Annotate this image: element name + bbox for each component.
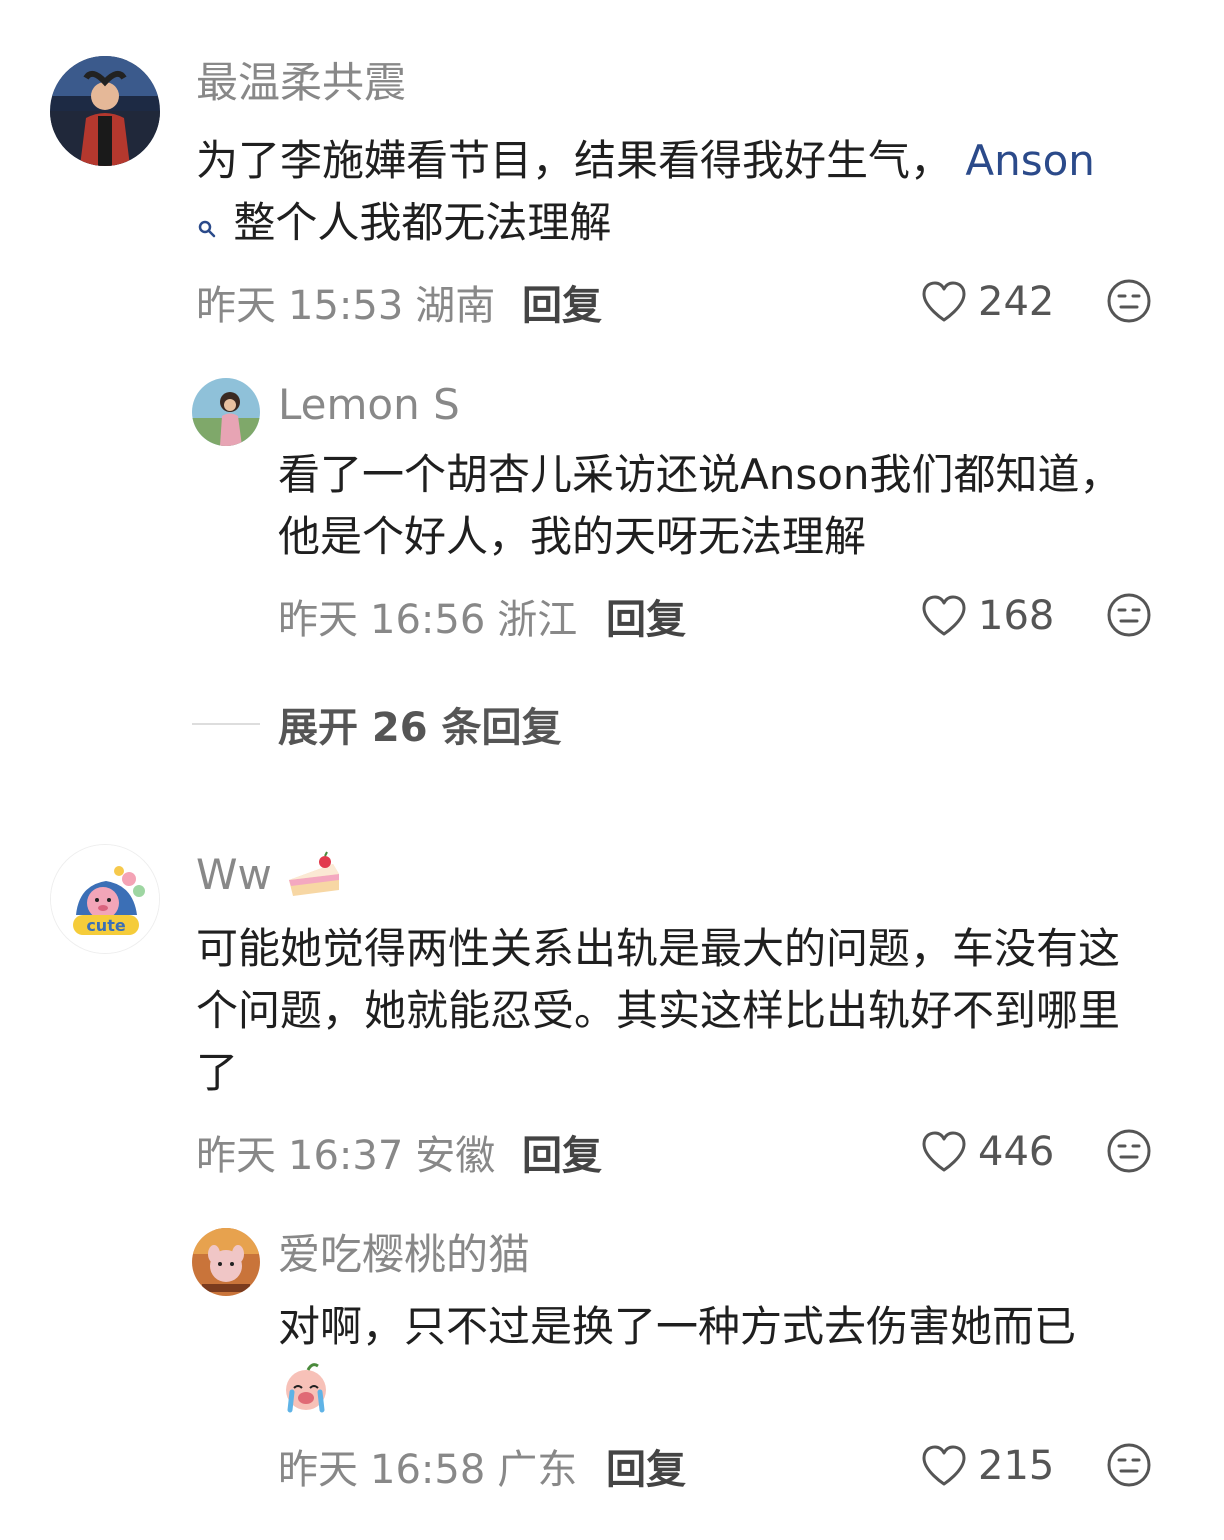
reply-button[interactable]: 回复 (606, 1450, 686, 1490)
comment-location: 浙江 (497, 597, 578, 643)
dislike-button[interactable] (1106, 278, 1152, 324)
crying-emoji-icon (278, 1358, 334, 1431)
comment-location: 安徽 (415, 1133, 496, 1179)
heart-outline-icon (922, 595, 966, 636)
like-button[interactable]: 168 (920, 590, 1054, 642)
dislike-button[interactable] (1106, 1128, 1152, 1174)
like-count: 242 (978, 279, 1055, 325)
avatar-user-2[interactable] (192, 378, 260, 446)
like-count: 168 (978, 593, 1055, 639)
username[interactable]: Lemon S (278, 384, 460, 426)
dislike-button[interactable] (1106, 1442, 1152, 1488)
avatar-user-1[interactable] (50, 56, 160, 166)
comment-date: 昨天 (196, 1133, 276, 1179)
neutral-face-icon (1107, 593, 1151, 637)
avatar-user-3[interactable]: cute (50, 844, 160, 954)
comment-text: 看了一个胡杏儿采访还说Anson我们都知道，他是个好人，我的天呀无法理解 (278, 450, 1122, 561)
mention-link[interactable]: Anson (965, 136, 1095, 185)
search-icon[interactable] (196, 195, 220, 257)
neutral-face-icon (1107, 279, 1151, 323)
username-text: Ww (196, 850, 272, 899)
heart-outline-icon (922, 281, 966, 322)
comment-location: 湖南 (415, 283, 496, 329)
expand-replies-label: 展开 26 条回复 (278, 705, 562, 751)
like-count: 446 (978, 1129, 1055, 1175)
expand-replies-button[interactable]: 展开 26 条回复 (192, 700, 562, 751)
comment-date: 昨天 (278, 1447, 358, 1493)
comment-meta: 昨天 16:37 安徽 (196, 1136, 495, 1176)
neutral-face-icon (1107, 1129, 1151, 1173)
comment-meta: 昨天 16:56 浙江 (278, 600, 577, 640)
comment-text: 对啊，只不过是换了一种方式去伤害她而已 (278, 1296, 1198, 1431)
comment-time: 16:37 (288, 1133, 404, 1179)
heart-outline-icon (922, 1445, 966, 1486)
comment-text: 为了李施嬅看节目，结果看得我好生气， Anson 整个人我都无法理解 (196, 130, 1186, 257)
comment-text-part-2: 整个人我都无法理解 (233, 198, 612, 247)
cake-emoji-icon (285, 850, 341, 905)
comment-text: 可能她觉得两性关系出轨是最大的问题，车没有这个问题，她就能忍受。其实这样比出轨好… (196, 924, 1121, 1097)
comment-date: 昨天 (278, 597, 358, 643)
username[interactable]: 最温柔共震 (196, 62, 406, 104)
comment-location: 广东 (497, 1447, 578, 1493)
username[interactable]: Ww (196, 850, 341, 905)
heart-outline-icon (922, 1131, 966, 1172)
comment-text-part-1: 为了李施嬅看节目，结果看得我好生气， (196, 136, 953, 185)
reply-button[interactable]: 回复 (606, 600, 686, 640)
like-count: 215 (978, 1443, 1055, 1489)
username[interactable]: 爱吃樱桃的猫 (278, 1234, 530, 1276)
comment-time: 15:53 (288, 283, 404, 329)
reply-button[interactable]: 回复 (522, 286, 602, 326)
comment-text-body: 对啊，只不过是换了一种方式去伤害她而已 (278, 1302, 1077, 1351)
dislike-button[interactable] (1106, 592, 1152, 638)
comment-time: 16:56 (370, 597, 486, 643)
comment-date: 昨天 (196, 283, 276, 329)
avatar-user-4[interactable] (192, 1228, 260, 1296)
avatar-badge-text: cute (86, 916, 126, 935)
like-button[interactable]: 215 (920, 1440, 1054, 1492)
comment-time: 16:58 (370, 1447, 486, 1493)
reply-button[interactable]: 回复 (522, 1136, 602, 1176)
divider-line (192, 723, 260, 725)
comment-meta: 昨天 16:58 广东 (278, 1450, 577, 1490)
like-button[interactable]: 242 (920, 276, 1054, 328)
comment-meta: 昨天 15:53 湖南 (196, 286, 495, 326)
neutral-face-icon (1107, 1443, 1151, 1487)
like-button[interactable]: 446 (920, 1126, 1054, 1178)
